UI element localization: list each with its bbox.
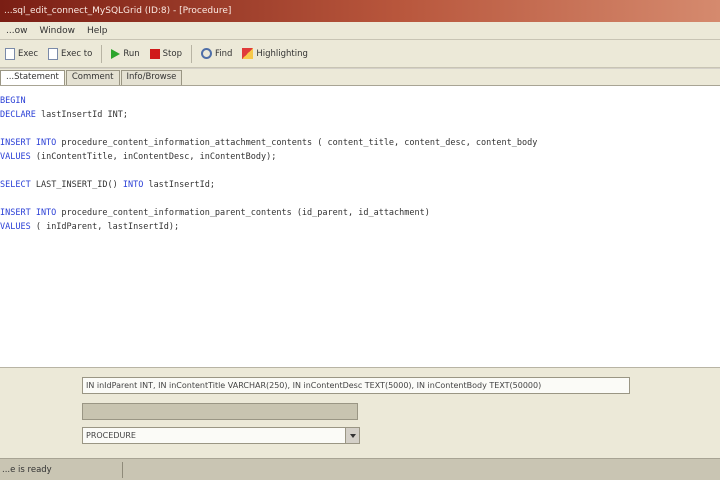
- play-icon: [111, 48, 121, 59]
- code-text: procedure_content_information_attachment…: [56, 138, 538, 148]
- code-text: (inContentTitle, inContentDesc, inConten…: [30, 152, 277, 162]
- highlighting-button[interactable]: Highlighting: [237, 46, 313, 61]
- routine-type-value: PROCEDURE: [86, 431, 136, 440]
- code-keyword: BEGIN: [0, 96, 26, 106]
- code-line: BEGIN: [0, 94, 720, 108]
- exec-to-label: Exec to: [61, 48, 93, 59]
- exec-button[interactable]: Exec: [0, 46, 43, 62]
- tab-statement[interactable]: ...Statement: [0, 70, 65, 85]
- window-title: ...sql_edit_connect_MySQLGrid (ID:8) - […: [4, 6, 232, 16]
- tab-comment[interactable]: Comment: [65, 70, 120, 85]
- status-text: ...e is ready: [2, 464, 52, 475]
- exec-label: Exec: [18, 48, 39, 59]
- routine-properties-panel: IN inIdParent INT, IN inContentTitle VAR…: [0, 368, 720, 458]
- highlight-icon: [242, 48, 254, 59]
- toolbar: Exec Exec to Run Stop Find Highlighting: [0, 40, 720, 68]
- parameters-value: IN inIdParent INT, IN inContentTitle VAR…: [86, 381, 542, 390]
- code-line: VALUES ( inIdParent, lastInsertId);: [0, 220, 720, 234]
- editor-tabs: ...Statement Comment Info/Browse: [0, 69, 720, 86]
- stop-icon: [149, 48, 160, 59]
- chevron-down-icon[interactable]: [345, 428, 359, 443]
- code-text: LAST_INSERT_ID(): [30, 180, 123, 190]
- toolbar-separator: [190, 44, 192, 63]
- code-keyword: INSERT INTO: [0, 138, 57, 148]
- code-keyword: DECLARE: [0, 110, 36, 120]
- code-line: INSERT INTO procedure_content_informatio…: [0, 206, 720, 220]
- menu-item-window[interactable]: Window: [33, 26, 81, 36]
- code-text: procedure_content_information_parent_con…: [56, 208, 430, 218]
- exec-to-button[interactable]: Exec to: [43, 46, 97, 62]
- sql-editor[interactable]: BEGIN DECLARE lastInsertId INT; INSERT INT…: [0, 86, 720, 368]
- tab-info-browse[interactable]: Info/Browse: [120, 70, 183, 85]
- code-keyword: INSERT INTO: [0, 208, 57, 218]
- code-line: INSERT INTO procedure_content_informatio…: [0, 136, 720, 150]
- returns-field[interactable]: [82, 403, 358, 420]
- code-keyword: SELECT: [0, 180, 31, 190]
- toolbar-separator: [101, 44, 103, 63]
- menu-item-view[interactable]: ...ow: [0, 26, 33, 36]
- menu-bar: ...ow Window Help: [0, 22, 720, 40]
- find-button[interactable]: Find: [196, 46, 237, 61]
- code-line: SELECT LAST_INSERT_ID() INTO lastInsertI…: [0, 178, 720, 192]
- code-line: VALUES (inContentTitle, inContentDesc, i…: [0, 150, 720, 164]
- code-keyword: INTO: [122, 180, 144, 190]
- run-button[interactable]: Run: [106, 47, 144, 61]
- status-bar: ...e is ready: [0, 458, 720, 480]
- find-label: Find: [214, 48, 233, 59]
- magnifier-icon: [200, 48, 212, 59]
- parameters-field[interactable]: IN inIdParent INT, IN inContentTitle VAR…: [82, 377, 630, 394]
- code-keyword: VALUES: [0, 152, 31, 162]
- stop-label: Stop: [162, 48, 182, 59]
- code-line: DECLARE lastInsertId INT;: [0, 108, 720, 122]
- run-label: Run: [123, 48, 140, 59]
- code-text: ( inIdParent, lastInsertId);: [30, 222, 180, 232]
- routine-type-select[interactable]: PROCEDURE: [82, 427, 360, 444]
- status-separator: [122, 461, 123, 478]
- document-icon: [5, 47, 15, 60]
- menu-item-help[interactable]: Help: [81, 26, 114, 36]
- title-bar: ...sql_edit_connect_MySQLGrid (ID:8) - […: [0, 0, 720, 22]
- stop-button[interactable]: Stop: [145, 47, 187, 61]
- code-text: lastInsertId INT;: [35, 110, 128, 120]
- document-arrow-icon: [48, 47, 59, 60]
- code-keyword: VALUES: [0, 222, 31, 232]
- highlighting-label: Highlighting: [256, 48, 308, 59]
- code-text: lastInsertId;: [143, 180, 215, 190]
